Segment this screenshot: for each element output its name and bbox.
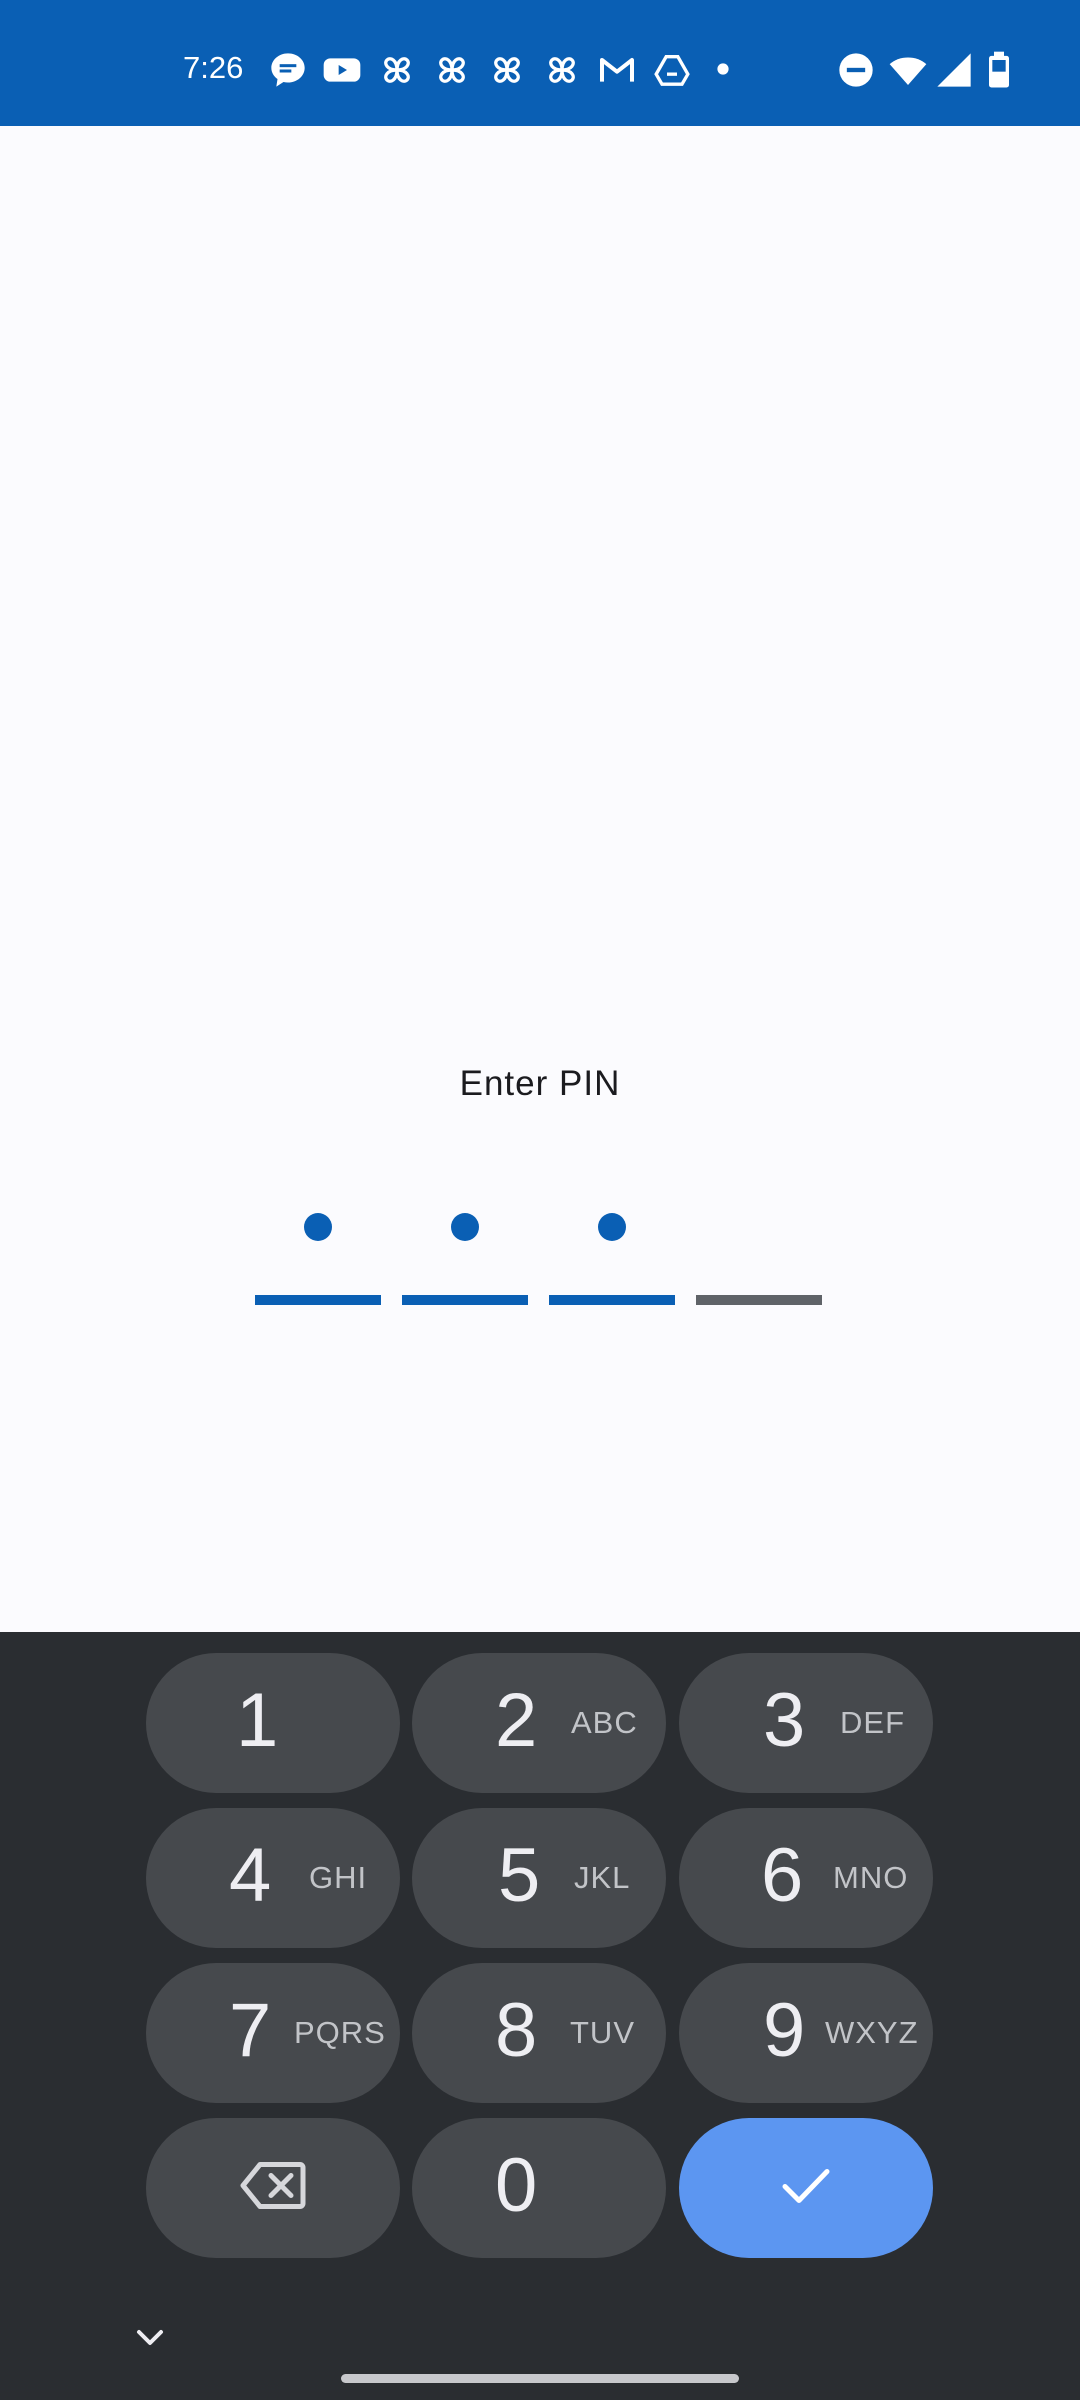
backspace-icon (240, 2161, 306, 2216)
pin-title: Enter PIN (459, 1064, 621, 1103)
numeric-keypad: 1 2 ABC 3 DEF 4 GHI 5 JKL 6 MNO 7 PQRS 8… (0, 1632, 1080, 2400)
pin-underline (255, 1295, 381, 1305)
pin-slot-1 (255, 1200, 381, 1310)
key-digit: 5 (498, 1833, 541, 1918)
pin-underline (696, 1295, 822, 1305)
pin-underline (402, 1295, 528, 1305)
key-4[interactable]: 4 GHI (146, 1808, 400, 1948)
status-bar: 7:26 (0, 0, 1080, 126)
status-time: 7:26 (183, 50, 244, 85)
pin-dot (598, 1213, 626, 1241)
key-digit: 7 (229, 1988, 272, 2073)
key-digit: 0 (495, 2143, 538, 2228)
key-digit: 2 (495, 1678, 538, 1763)
pin-dot (304, 1213, 332, 1241)
key-letters: WXYZ (825, 2015, 919, 2050)
check-icon (780, 2166, 832, 2211)
key-letters: JKL (574, 1860, 631, 1895)
key-7[interactable]: 7 PQRS (146, 1963, 400, 2103)
wifi-icon (886, 50, 930, 90)
pinwheel-icon (377, 50, 417, 90)
messages-icon (268, 50, 308, 90)
home-indicator[interactable] (341, 2374, 739, 2383)
pin-slot-3 (549, 1200, 675, 1310)
signal-icon (934, 50, 974, 90)
key-5[interactable]: 5 JKL (412, 1808, 666, 1948)
confirm-button[interactable] (679, 2118, 933, 2258)
key-digit: 9 (763, 1988, 806, 2073)
key-letters: TUV (570, 2015, 635, 2050)
key-letters: MNO (833, 1860, 909, 1895)
gmail-icon (597, 50, 637, 90)
key-digit: 3 (763, 1678, 806, 1763)
key-6[interactable]: 6 MNO (679, 1808, 933, 1948)
key-digit: 4 (229, 1833, 272, 1918)
youtube-icon (321, 50, 363, 90)
drive-icon (652, 50, 692, 90)
pin-slot-4 (696, 1200, 822, 1310)
battery-icon (984, 50, 1014, 90)
key-digit: 1 (236, 1678, 279, 1763)
backspace-button[interactable] (146, 2118, 400, 2258)
key-digit: 8 (495, 1988, 538, 2073)
key-8[interactable]: 8 TUV (412, 1963, 666, 2103)
pin-underline (549, 1295, 675, 1305)
key-letters: ABC (571, 1705, 638, 1740)
collapse-keyboard-button[interactable] (130, 2318, 170, 2358)
key-3[interactable]: 3 DEF (679, 1653, 933, 1793)
pinwheel-icon (542, 50, 582, 90)
key-9[interactable]: 9 WXYZ (679, 1963, 933, 2103)
key-letters: GHI (309, 1860, 368, 1895)
key-0[interactable]: 0 (412, 2118, 666, 2258)
key-letters: PQRS (294, 2015, 386, 2050)
key-2[interactable]: 2 ABC (412, 1653, 666, 1793)
do-not-disturb-icon (836, 50, 876, 90)
key-1[interactable]: 1 (146, 1653, 400, 1793)
pinwheel-icon (487, 50, 527, 90)
more-dot-icon (716, 62, 730, 76)
pin-dot (451, 1213, 479, 1241)
pin-slot-2 (402, 1200, 528, 1310)
pinwheel-icon (432, 50, 472, 90)
key-digit: 6 (761, 1833, 804, 1918)
key-letters: DEF (840, 1705, 905, 1740)
chevron-down-icon (130, 2330, 170, 2362)
